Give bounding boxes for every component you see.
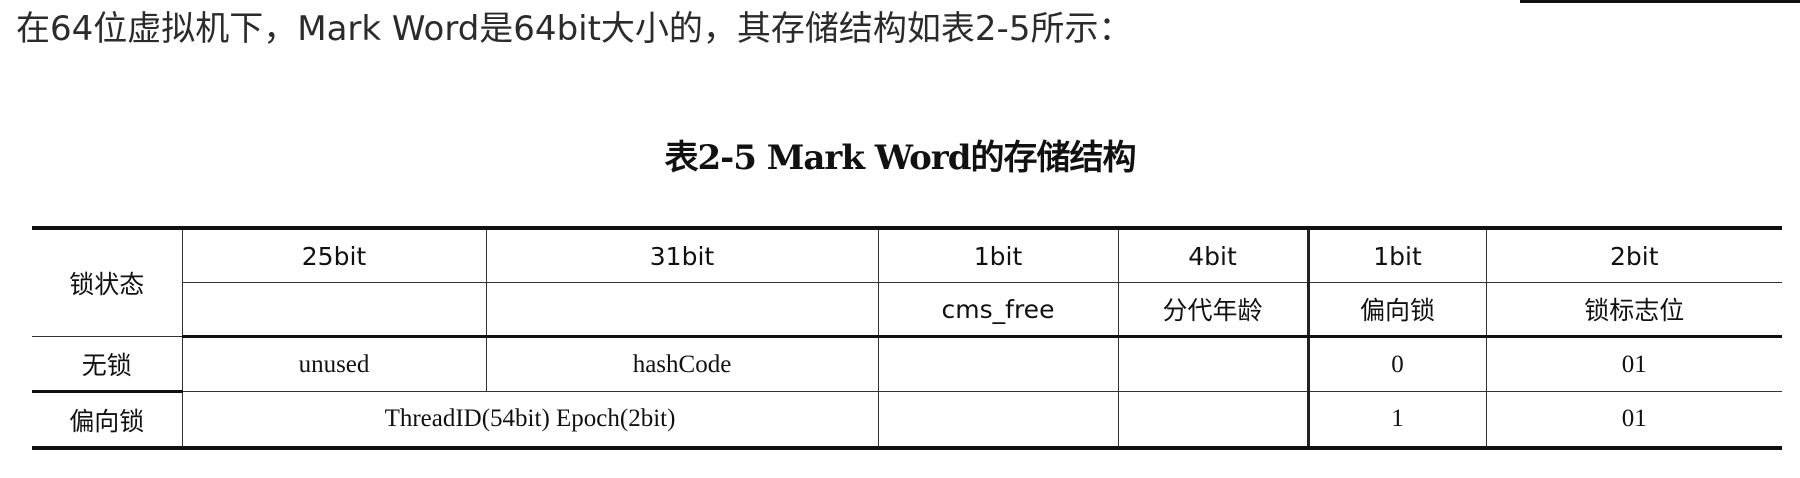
- state-cell: 无锁: [32, 336, 183, 393]
- state-cell: 偏向锁: [32, 391, 183, 449]
- bit-header-4: 4bit: [1117, 227, 1309, 283]
- header-row-bits: 锁状态 25bit 31bit 1bit 4bit 1bit 2bit: [32, 227, 1782, 337]
- field-header-flag: 锁标志位: [1485, 282, 1782, 338]
- bit-header-1-biased: 1bit: [1306, 227, 1487, 283]
- field-header-cms-free: cms_free: [877, 282, 1119, 338]
- table-caption: 表2-5 Mark Word的存储结构: [664, 138, 1136, 178]
- cms-free-cell: [877, 336, 1119, 392]
- lock-state-header: 锁状态: [32, 227, 183, 337]
- bit-header-31: 31bit: [485, 227, 879, 283]
- hashcode-cell: hashCode: [485, 336, 879, 392]
- field-header-blank-1: [182, 282, 487, 338]
- table-row-unlocked: 无锁 unused hashCode 0 01: [32, 336, 1782, 393]
- flag-cell: 01: [1485, 391, 1782, 449]
- age-cell: [1117, 336, 1309, 392]
- biased-cell: 0: [1306, 336, 1487, 392]
- field-header-biased: 偏向锁: [1306, 282, 1487, 338]
- mark-word-table: 锁状态 25bit 31bit 1bit 4bit 1bit 2bit cms_…: [32, 226, 1782, 450]
- field-header-blank-2: [485, 282, 879, 338]
- age-cell: [1117, 391, 1309, 449]
- thread-epoch-cell: ThreadID(54bit) Epoch(2bit): [181, 391, 879, 449]
- unused-cell: unused: [181, 336, 487, 392]
- bit-header-2: 2bit: [1485, 227, 1782, 283]
- table-row-biased: 偏向锁 ThreadID(54bit) Epoch(2bit) 1 01: [32, 391, 1782, 449]
- biased-cell: 1: [1306, 391, 1487, 449]
- top-edge-bar: [1520, 0, 1800, 3]
- bit-header-25: 25bit: [181, 227, 487, 283]
- bit-header-1-cms: 1bit: [877, 227, 1119, 283]
- intro-paragraph: 在64位虚拟机下，Mark Word是64bit大小的，其存储结构如表2-5所示…: [16, 9, 1133, 49]
- flag-cell: 01: [1485, 336, 1782, 392]
- header-row-fields: cms_free 分代年龄 偏向锁 锁标志位: [32, 282, 1782, 338]
- cms-free-cell: [877, 391, 1119, 449]
- field-header-age: 分代年龄: [1117, 282, 1309, 338]
